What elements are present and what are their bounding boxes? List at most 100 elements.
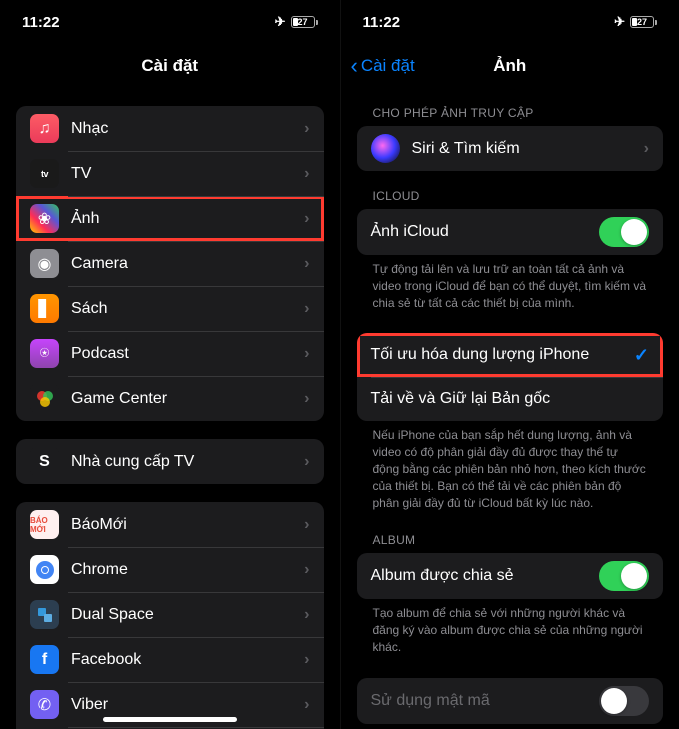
group-passcode: Sử dụng mật mã <box>357 678 664 724</box>
toggle-shared-album[interactable] <box>599 561 649 591</box>
gamecenter-icon <box>30 384 59 413</box>
settings-row-sach[interactable]: ▋ Sách› <box>16 286 324 331</box>
row-label: Sử dụng mật mã <box>371 692 600 710</box>
row-label: Ảnh <box>71 210 304 228</box>
group-icloud-photos: Ảnh iCloud <box>357 209 664 255</box>
row-use-passcode: Sử dụng mật mã <box>357 678 664 724</box>
back-label: Cài đặt <box>361 56 415 76</box>
footer-storage: Nếu iPhone của bạn sắp hết dung lượng, ả… <box>357 421 664 515</box>
settings-row-baomoi[interactable]: BÁO MỚI BáoMới› <box>16 502 324 547</box>
row-download-originals[interactable]: Tải về và Giữ lại Bản gốc <box>357 377 664 421</box>
music-icon: ♫ <box>30 114 59 143</box>
row-label: Facebook <box>71 651 304 669</box>
section-header-album: ALBUM <box>357 515 664 553</box>
settings-row-tvprovider[interactable]: S Nhà cung cấp TV› <box>16 439 324 484</box>
row-label: Viber <box>71 696 304 714</box>
home-indicator[interactable] <box>103 717 237 722</box>
row-label: Album được chia sẻ <box>371 567 600 585</box>
settings-row-gamecenter[interactable]: Game Center› <box>16 376 324 421</box>
settings-group-tvprovider: S Nhà cung cấp TV› <box>16 439 324 484</box>
tv-icon: tv <box>30 159 59 188</box>
status-bar: 11:22 ✈ 27 <box>341 0 679 44</box>
airplane-icon: ✈ <box>275 14 286 30</box>
chevron-right-icon: › <box>304 696 309 714</box>
row-label: Siri & Tìm kiếm <box>412 140 644 158</box>
settings-screen-left: 11:22 ✈ 27 Cài đặt ♫Nhạc› tvTV› ❀Ảnh› ◉C… <box>0 0 340 729</box>
footer-icloud: Tự động tải lên và lưu trữ an toàn tất c… <box>357 255 664 315</box>
row-label: Nhà cung cấp TV <box>71 453 304 471</box>
chevron-right-icon: › <box>304 165 309 183</box>
group-storage-options: Tối ưu hóa dung lượng iPhone✓ Tải về và … <box>357 333 664 421</box>
section-header-allow: CHO PHÉP ẢNH TRUY CẬP <box>357 88 664 126</box>
row-label: Podcast <box>71 345 304 363</box>
chevron-right-icon: › <box>304 210 309 228</box>
row-optimize-storage[interactable]: Tối ưu hóa dung lượng iPhone✓ <box>357 333 664 377</box>
settings-group-media: ♫Nhạc› tvTV› ❀Ảnh› ◉Camera› ▋Sách› ⍟Podc… <box>16 106 324 421</box>
battery-indicator: 27 <box>291 16 318 28</box>
chevron-right-icon: › <box>644 140 649 158</box>
checkmark-icon: ✓ <box>634 345 649 366</box>
settings-row-facebook[interactable]: f Facebook› <box>16 637 324 682</box>
chevron-right-icon: › <box>304 300 309 318</box>
dualspace-icon <box>30 600 59 629</box>
group-siri: Siri & Tìm kiếm› <box>357 126 664 171</box>
row-label: Game Center <box>71 390 304 408</box>
row-label: TV <box>71 165 304 183</box>
status-time: 11:22 <box>363 14 401 31</box>
footer-shared: Tạo album để chia sẻ với những người khá… <box>357 599 664 659</box>
settings-row-tv[interactable]: tv TV› <box>16 151 324 196</box>
row-label: Camera <box>71 255 304 273</box>
row-label: Sách <box>71 300 304 318</box>
settings-row-nhac[interactable]: ♫ Nhạc› <box>16 106 324 151</box>
row-label: Tải về và Giữ lại Bản gốc <box>371 390 650 408</box>
settings-row-dualspace[interactable]: Dual Space› <box>16 592 324 637</box>
group-shared-album: Album được chia sẻ <box>357 553 664 599</box>
nav-header: Cài đặt <box>0 44 340 88</box>
row-label: Dual Space <box>71 606 304 624</box>
settings-group-apps: BÁO MỚIBáoMới› Chrome› Dual Space› fFace… <box>16 502 324 729</box>
toggle-icloud-photos[interactable] <box>599 217 649 247</box>
tvprovider-icon: S <box>30 447 59 476</box>
baomoi-icon: BÁO MỚI <box>30 510 59 539</box>
footer-passcode: Yêu cầu mật mã của bạn để xem các album … <box>357 724 664 729</box>
page-title: Cài đặt <box>141 56 198 76</box>
row-label: BáoMới <box>71 516 304 534</box>
chevron-right-icon: › <box>304 606 309 624</box>
photos-settings-screen-right: 11:22 ✈ 27 ‹Cài đặt Ảnh CHO PHÉP ẢNH TRU… <box>340 0 679 729</box>
chevron-right-icon: › <box>304 453 309 471</box>
nav-header: ‹Cài đặt Ảnh <box>341 44 679 88</box>
row-label: Tối ưu hóa dung lượng iPhone <box>371 346 634 364</box>
books-icon: ▋ <box>30 294 59 323</box>
back-button[interactable]: ‹Cài đặt <box>351 53 415 79</box>
airplane-icon: ✈ <box>614 14 625 30</box>
status-bar: 11:22 ✈ 27 <box>0 0 340 44</box>
row-label: Ảnh iCloud <box>371 223 600 241</box>
settings-row-camera[interactable]: ◉ Camera› <box>16 241 324 286</box>
siri-icon <box>371 134 400 163</box>
photos-icon: ❀ <box>30 204 59 233</box>
chevron-right-icon: › <box>304 516 309 534</box>
row-label: Chrome <box>71 561 304 579</box>
settings-row-anh[interactable]: ❀ Ảnh› <box>16 196 324 241</box>
battery-indicator: 27 <box>630 16 657 28</box>
chevron-right-icon: › <box>304 120 309 138</box>
settings-row-podcast[interactable]: ⍟ Podcast› <box>16 331 324 376</box>
row-icloud-photos: Ảnh iCloud <box>357 209 664 255</box>
chevron-right-icon: › <box>304 255 309 273</box>
facebook-icon: f <box>30 645 59 674</box>
toggle-passcode[interactable] <box>599 686 649 716</box>
row-shared-album: Album được chia sẻ <box>357 553 664 599</box>
viber-icon: ✆ <box>30 690 59 719</box>
chrome-icon <box>30 555 59 584</box>
chevron-right-icon: › <box>304 390 309 408</box>
chevron-right-icon: › <box>304 561 309 579</box>
chevron-right-icon: › <box>304 345 309 363</box>
row-label: Nhạc <box>71 120 304 138</box>
settings-row-chrome[interactable]: Chrome› <box>16 547 324 592</box>
row-siri-search[interactable]: Siri & Tìm kiếm› <box>357 126 664 171</box>
camera-icon: ◉ <box>30 249 59 278</box>
chevron-right-icon: › <box>304 651 309 669</box>
chevron-left-icon: ‹ <box>351 53 358 79</box>
page-title: Ảnh <box>493 56 526 76</box>
podcast-icon: ⍟ <box>30 339 59 368</box>
